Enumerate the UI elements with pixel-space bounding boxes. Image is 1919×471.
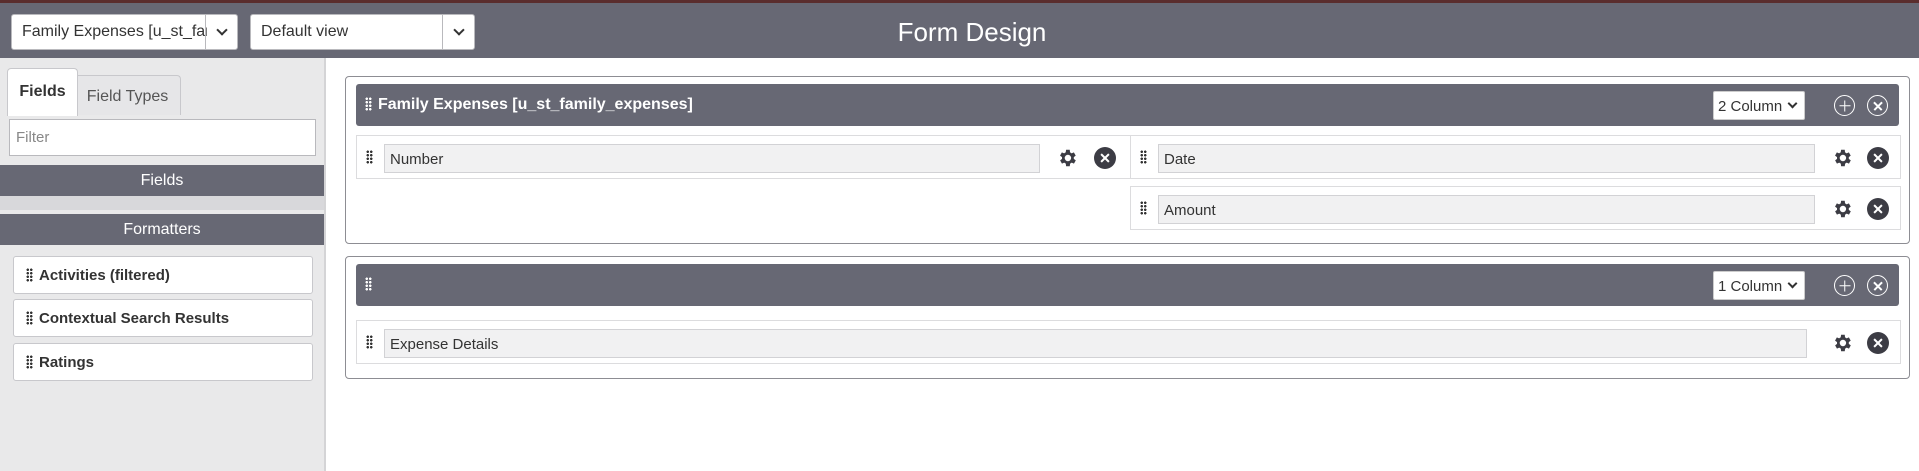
drag-handle-icon[interactable] xyxy=(26,268,33,282)
remove-field-button[interactable] xyxy=(1867,332,1889,354)
field-row-date[interactable]: Date xyxy=(1130,135,1901,179)
tab-fields[interactable]: Fields xyxy=(7,68,78,116)
tab-field-types[interactable]: Field Types xyxy=(74,75,181,115)
gear-icon[interactable] xyxy=(1831,332,1853,354)
field-label: Date xyxy=(1158,144,1815,173)
field-row-number[interactable]: Number xyxy=(356,135,1132,179)
left-panel: Field Types Fields Fields Formatters Act… xyxy=(0,58,326,471)
form-section-1: Family Expenses [u_st_family_expenses] 2… xyxy=(345,76,1910,244)
form-section-2: 1 Column Expense Details xyxy=(345,256,1910,379)
formatters-section-header[interactable]: Formatters xyxy=(0,214,324,245)
section-header[interactable]: 1 Column xyxy=(356,264,1899,306)
drag-handle-icon[interactable] xyxy=(365,277,372,291)
gear-icon[interactable] xyxy=(1056,147,1078,169)
drag-handle-icon[interactable] xyxy=(26,355,33,369)
remove-field-button[interactable] xyxy=(1867,198,1889,220)
add-section-button[interactable] xyxy=(1834,275,1855,296)
delete-section-button[interactable] xyxy=(1867,95,1888,116)
drag-handle-icon[interactable] xyxy=(365,97,372,111)
formatter-label: Contextual Search Results xyxy=(39,310,230,327)
column-layout-value: 2 Column xyxy=(1718,98,1783,115)
delete-section-button[interactable] xyxy=(1867,275,1888,296)
fields-section-header[interactable]: Fields xyxy=(0,165,324,196)
drag-handle-icon[interactable] xyxy=(1140,201,1147,215)
field-label: Amount xyxy=(1158,195,1815,224)
chevron-down-icon xyxy=(1787,98,1798,109)
page-title: Form Design xyxy=(897,17,1047,47)
remove-field-button[interactable] xyxy=(1867,147,1889,169)
field-label: Expense Details xyxy=(384,329,1807,358)
column-layout-select[interactable]: 1 Column xyxy=(1713,271,1805,300)
top-bar: Family Expenses [u_st_family_expenses] D… xyxy=(0,0,1919,58)
filter-input[interactable] xyxy=(9,119,316,156)
drag-handle-icon[interactable] xyxy=(1140,150,1147,164)
gear-icon[interactable] xyxy=(1831,147,1853,169)
fields-list-empty xyxy=(0,196,324,210)
field-row-amount[interactable]: Amount xyxy=(1130,186,1901,230)
drag-handle-icon[interactable] xyxy=(26,311,33,325)
section-title: Family Expenses [u_st_family_expenses] xyxy=(365,96,693,114)
remove-field-button[interactable] xyxy=(1094,147,1116,169)
formatter-label: Ratings xyxy=(39,354,95,371)
gear-icon[interactable] xyxy=(1831,198,1853,220)
column-layout-value: 1 Column xyxy=(1718,278,1783,295)
drag-handle-icon[interactable] xyxy=(366,335,373,349)
formatter-item-activities[interactable]: Activities (filtered) xyxy=(13,256,313,294)
section-title-text: Family Expenses [u_st_family_expenses] xyxy=(378,96,693,113)
formatter-label: Activities (filtered) xyxy=(39,267,170,284)
drag-handle-icon[interactable] xyxy=(366,150,373,164)
chevron-down-icon xyxy=(1787,278,1798,289)
column-layout-select[interactable]: 2 Column xyxy=(1713,91,1805,120)
formatter-item-contextual-search[interactable]: Contextual Search Results xyxy=(13,299,313,337)
section-title xyxy=(365,276,378,294)
formatter-item-ratings[interactable]: Ratings xyxy=(13,343,313,381)
section-header[interactable]: Family Expenses [u_st_family_expenses] 2… xyxy=(356,84,1899,126)
add-section-button[interactable] xyxy=(1834,95,1855,116)
field-label: Number xyxy=(384,144,1040,173)
field-row-expense-details[interactable]: Expense Details xyxy=(356,320,1901,364)
